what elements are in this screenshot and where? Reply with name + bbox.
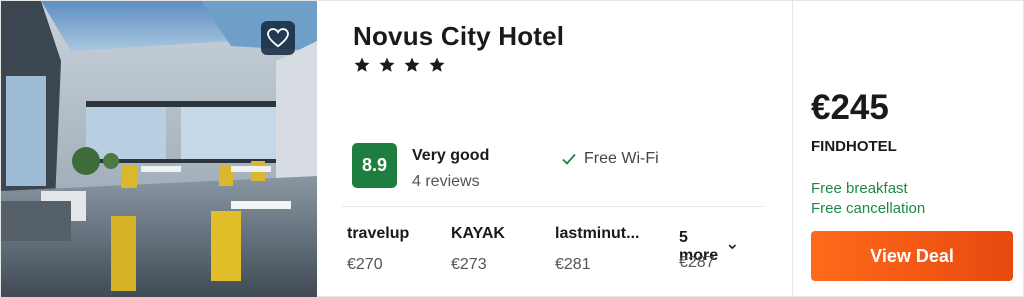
rating-score-badge: 8.9	[352, 143, 397, 188]
perk-free-breakfast: Free breakfast	[811, 180, 908, 197]
view-deal-button[interactable]: View Deal	[811, 231, 1013, 281]
deal-column: €245 FINDHOTEL Free breakfast Free cance…	[792, 1, 1024, 297]
amenity-wifi: Free Wi-Fi	[562, 150, 659, 168]
provider-item[interactable]: KAYAK €273	[451, 225, 561, 274]
provider-name: KAYAK	[451, 225, 505, 242]
star-icon	[379, 57, 395, 72]
provider-name: travelup	[347, 225, 410, 242]
provider-price: €281	[555, 256, 591, 273]
provider-item[interactable]: travelup €270	[347, 225, 457, 274]
check-icon	[562, 153, 576, 165]
perk-free-cancellation: Free cancellation	[811, 200, 926, 217]
divider	[342, 206, 764, 207]
hotel-photo[interactable]	[1, 1, 317, 297]
hotel-name[interactable]: Novus City Hotel	[353, 21, 564, 52]
amenity-label: Free Wi-Fi	[584, 150, 659, 167]
review-count[interactable]: 4 reviews	[412, 173, 480, 191]
provider-item[interactable]: lastminut... €281	[555, 225, 665, 274]
hotel-info: Novus City Hotel 8.9 Very good 4 reviews…	[317, 1, 792, 297]
more-providers-price: €287	[679, 254, 715, 271]
rating-label: Very good	[412, 147, 490, 164]
chevron-down-icon	[729, 244, 737, 250]
star-rating	[353, 56, 446, 74]
star-icon	[354, 57, 370, 72]
deal-price[interactable]: €245	[811, 88, 889, 128]
heart-icon	[267, 28, 289, 48]
provider-price: €270	[347, 256, 383, 273]
star-icon	[429, 57, 445, 72]
hotel-result-card: Novus City Hotel 8.9 Very good 4 reviews…	[0, 0, 1024, 297]
provider-name: lastminut...	[555, 225, 640, 242]
favorite-button[interactable]	[261, 21, 295, 55]
deal-provider: FINDHOTEL	[811, 138, 897, 155]
provider-price: €273	[451, 256, 487, 273]
star-icon	[404, 57, 420, 72]
